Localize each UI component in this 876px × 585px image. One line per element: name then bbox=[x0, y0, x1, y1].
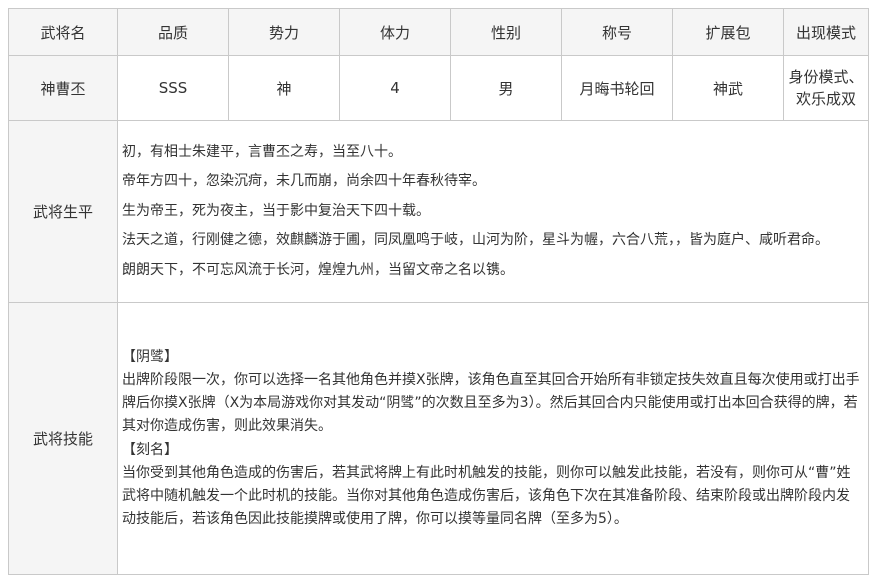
general-faction: 神 bbox=[228, 55, 340, 121]
bio-line: 初，有相士朱建平，言曹丕之寿，当至八十。 bbox=[122, 143, 402, 160]
skill-desc: 当你受到其他角色造成的伤害后，若其武将牌上有此时机触发的技能，则你可以触发此技能… bbox=[122, 464, 851, 528]
skills-label: 武将技能 bbox=[8, 302, 118, 575]
general-title: 月晦书轮回 bbox=[561, 55, 673, 121]
bio-line: 生为帝王，死为夜主，当于影中复治天下四十载。 bbox=[122, 202, 430, 219]
bio-line: 朗朗天下，不可忘风流于长河，煌煌九州，当留文帝之名以镌。 bbox=[122, 261, 514, 278]
skill-name: 【刻名】 bbox=[122, 441, 178, 458]
skills-content: 【阴骘】 出牌阶段限一次，你可以选择一名其他角色并摸X张牌，该角色直至其回合开始… bbox=[117, 302, 869, 575]
bio-line: 法天之道，行刚健之德，效麒麟游于圃，同凤凰鸣于岐，山河为阶，星斗为幄，六合八荒，… bbox=[122, 232, 829, 249]
skill-name: 【阴骘】 bbox=[122, 348, 178, 365]
header-hp: 体力 bbox=[339, 8, 451, 56]
header-name: 武将名 bbox=[8, 8, 118, 56]
header-gender: 性别 bbox=[450, 8, 562, 56]
general-name: 神曹丕 bbox=[8, 55, 118, 121]
general-hp: 4 bbox=[339, 55, 451, 121]
skill-desc: 出牌阶段限一次，你可以选择一名其他角色并摸X张牌，该角色直至其回合开始所有非锁定… bbox=[122, 371, 860, 435]
general-info-table: 武将名 品质 势力 体力 性别 称号 扩展包 出现模式 神曹丕 SSS 神 4 … bbox=[8, 8, 869, 575]
header-quality: 品质 bbox=[117, 8, 229, 56]
header-modes: 出现模式 bbox=[783, 8, 869, 56]
header-row: 武将名 品质 势力 体力 性别 称号 扩展包 出现模式 bbox=[8, 8, 869, 56]
bio-row: 武将生平 初，有相士朱建平，言曹丕之寿，当至八十。 帝年方四十，忽染沉疴，未几而… bbox=[8, 120, 869, 303]
general-gender: 男 bbox=[450, 55, 562, 121]
mode-item: 欢乐成双 bbox=[795, 90, 856, 108]
general-quality: SSS bbox=[117, 55, 229, 121]
general-modes: 身份模式、 欢乐成双 bbox=[783, 55, 869, 121]
header-expansion: 扩展包 bbox=[672, 8, 784, 56]
general-row: 神曹丕 SSS 神 4 男 月晦书轮回 神武 身份模式、 欢乐成双 bbox=[8, 55, 869, 121]
header-faction: 势力 bbox=[228, 8, 340, 56]
bio-content: 初，有相士朱建平，言曹丕之寿，当至八十。 帝年方四十，忽染沉疴，未几而崩，尚余四… bbox=[117, 120, 869, 303]
general-expansion: 神武 bbox=[672, 55, 784, 121]
bio-label: 武将生平 bbox=[8, 120, 118, 303]
header-title: 称号 bbox=[561, 8, 673, 56]
bio-line: 帝年方四十，忽染沉疴，未几而崩，尚余四十年春秋待宰。 bbox=[122, 173, 486, 190]
skills-row: 武将技能 【阴骘】 出牌阶段限一次，你可以选择一名其他角色并摸X张牌，该角色直至… bbox=[8, 302, 869, 575]
mode-item: 身份模式、 bbox=[788, 68, 864, 86]
